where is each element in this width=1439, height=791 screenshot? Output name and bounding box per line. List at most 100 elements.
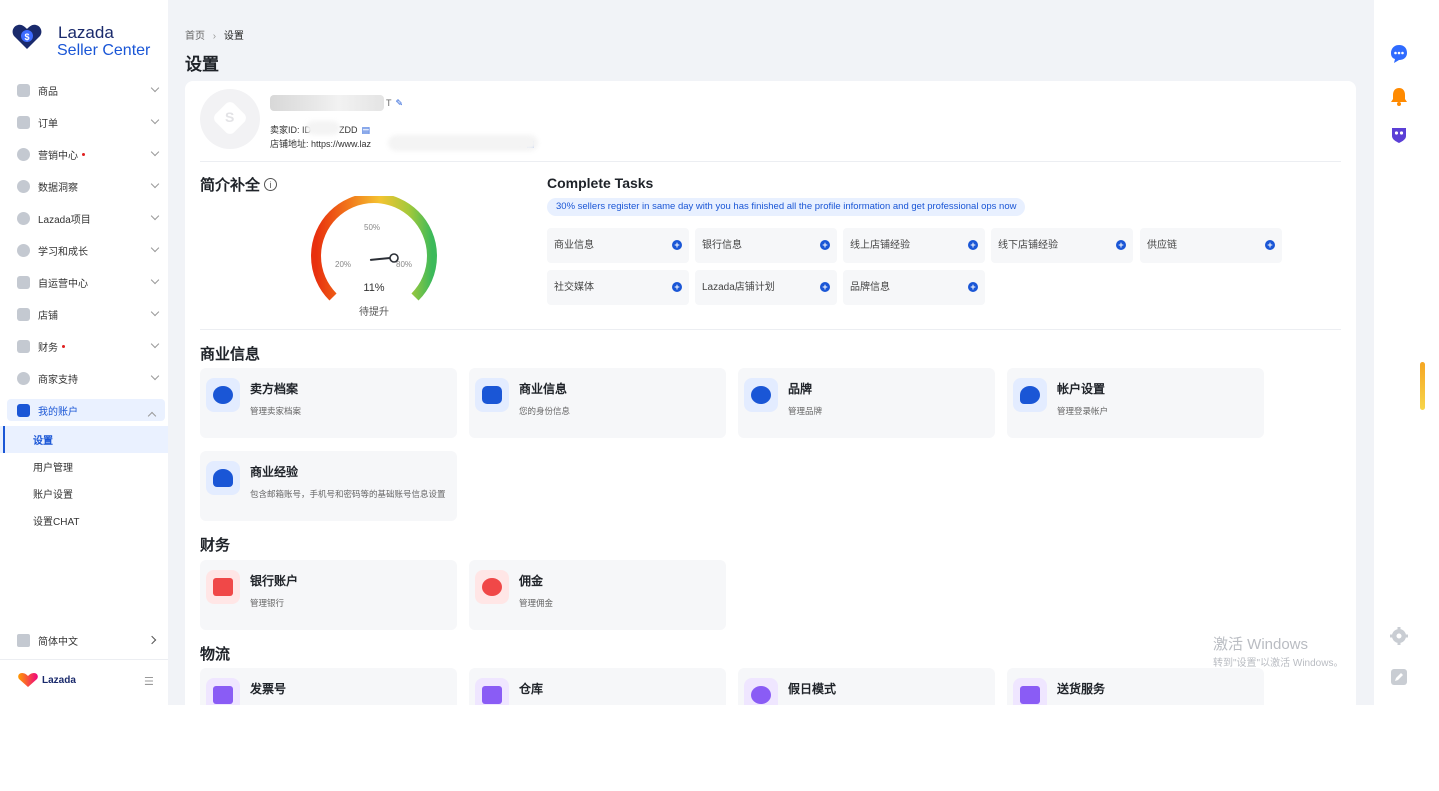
sidebar-item-support[interactable]: 商家支持 xyxy=(0,362,168,394)
tile-commission[interactable]: 佣金 管理佣金 xyxy=(469,560,726,630)
right-rail xyxy=(1374,0,1439,705)
svg-text:$: $ xyxy=(24,32,29,42)
sidebar-item-my-account[interactable]: 我的账户 xyxy=(7,399,165,421)
plus-icon: + xyxy=(968,240,978,250)
plus-icon: + xyxy=(1116,240,1126,250)
plus-icon: + xyxy=(672,282,682,292)
settings-icon[interactable] xyxy=(1389,626,1409,646)
tile-business-experience[interactable]: 商业经验 包含邮箱账号，手机号和密码等的基础账号信息设置 xyxy=(200,451,457,521)
delivery-service-icon xyxy=(1013,678,1047,705)
sidebar-item-orders[interactable]: 订单 xyxy=(0,106,168,138)
tile-delivery-service[interactable]: 送货服务 xyxy=(1007,668,1264,705)
sidebar-item-self-operated[interactable]: 自运营中心 xyxy=(0,266,168,298)
task-label: 品牌信息 xyxy=(850,282,890,293)
holiday-mode-icon xyxy=(744,678,778,705)
warehouse-icon xyxy=(475,678,509,705)
sidebar-item-label: 商家支持 xyxy=(38,374,78,386)
settings-card: S T✎ 卖家ID: IDZDD▤ 店铺地址: https://www.lazr… xyxy=(185,81,1356,705)
chevron-down-icon xyxy=(150,243,160,253)
plus-icon: + xyxy=(820,282,830,292)
vertical-scrollbar-thumb[interactable] xyxy=(1420,362,1425,410)
edit-icon[interactable] xyxy=(1389,667,1409,687)
profile-completion-label: 简介补全 xyxy=(200,177,261,194)
account-settings-icon xyxy=(1013,378,1047,412)
task-brand-info[interactable]: 品牌信息 + xyxy=(843,270,985,305)
sidebar-item-data[interactable]: 数据洞察 xyxy=(0,170,168,202)
copy-icon[interactable]: ▤ xyxy=(362,125,371,135)
task-online-store[interactable]: 线上店铺经验 + xyxy=(843,228,985,263)
tile-warehouse[interactable]: 仓库 xyxy=(469,668,726,705)
chevron-down-icon xyxy=(150,307,160,317)
business-experience-icon xyxy=(206,461,240,495)
tile-seller-profile[interactable]: 卖方档案 管理卖家档案 xyxy=(200,368,457,438)
section-title-finance: 财务 xyxy=(200,537,231,554)
tile-invoice-number[interactable]: 发票号 xyxy=(200,668,457,705)
task-social-media[interactable]: 社交媒体 + xyxy=(547,270,689,305)
tile-brand[interactable]: 品牌 管理品牌 xyxy=(738,368,995,438)
tile-holiday-mode[interactable]: 假日模式 xyxy=(738,668,995,705)
order-icon xyxy=(17,115,30,129)
task-offline-store[interactable]: 线下店铺经验 + xyxy=(991,228,1133,263)
tile-title: 品牌 xyxy=(788,382,813,396)
sidebar-subitem-chat-settings[interactable]: 设置CHAT xyxy=(0,507,168,534)
brand-logo[interactable]: $ Lazada Seller Center xyxy=(12,24,150,60)
chevron-down-icon xyxy=(150,115,160,125)
brand-line1: Lazada xyxy=(58,23,114,42)
sidebar-item-label: 店铺 xyxy=(38,310,58,322)
sidebar-subitem-settings[interactable]: 设置 xyxy=(0,426,168,453)
bell-icon[interactable] xyxy=(1389,86,1409,106)
tile-desc: 管理卖家档案 xyxy=(250,406,302,416)
store-url-label: 店铺地址: https://www.laz xyxy=(270,139,372,149)
edit-icon[interactable]: ✎ xyxy=(396,98,404,108)
avatar[interactable]: S xyxy=(200,89,260,149)
gauge-tick-label: 50% xyxy=(364,223,380,232)
section-title-logistics: 物流 xyxy=(200,646,231,663)
invoice-icon xyxy=(206,678,240,705)
marketing-icon xyxy=(17,147,30,161)
chevron-down-icon xyxy=(150,179,160,189)
chat-icon[interactable] xyxy=(1389,44,1409,64)
task-label: 社交媒体 xyxy=(554,282,594,293)
tile-account-settings[interactable]: 帐户设置 管理登录帐户 xyxy=(1007,368,1264,438)
brand-icon xyxy=(744,378,778,412)
sidebar-subitem-user-management[interactable]: 用户管理 xyxy=(0,453,168,480)
seller-profile-icon xyxy=(206,378,240,412)
task-bank-info[interactable]: 银行信息 + xyxy=(695,228,837,263)
chevron-down-icon xyxy=(150,371,160,381)
account-icon xyxy=(17,403,30,417)
sidebar-item-finance[interactable]: 财务 xyxy=(0,330,168,362)
language-switcher[interactable]: 简体中文 xyxy=(17,633,167,648)
sidebar-item-products[interactable]: 商品 xyxy=(0,74,168,106)
sidebar-item-projects[interactable]: Lazada项目 xyxy=(0,202,168,234)
windows-activation-watermark: 激活 Windows xyxy=(1213,636,1309,653)
lazada-heart-icon: $ xyxy=(12,24,44,50)
project-icon xyxy=(17,211,30,225)
tile-bank-account[interactable]: 银行账户 管理银行 xyxy=(200,560,457,630)
profile-completion-title: 简介补全 i xyxy=(200,174,278,195)
assistant-icon[interactable] xyxy=(1389,125,1409,145)
plus-icon: + xyxy=(672,240,682,250)
sidebar-item-store[interactable]: 店铺 xyxy=(0,298,168,330)
info-icon[interactable]: i xyxy=(264,178,278,191)
task-store-plan[interactable]: Lazada店铺计划 + xyxy=(695,270,837,305)
complete-tasks-title: Complete Tasks xyxy=(547,175,654,191)
task-business-info[interactable]: 商业信息 + xyxy=(547,228,689,263)
notification-dot xyxy=(82,152,85,156)
tile-desc: 管理品牌 xyxy=(788,406,823,416)
gauge-hub xyxy=(389,253,399,263)
sidebar-item-learning[interactable]: 学习和成长 xyxy=(0,234,168,266)
shop-name-suffix: T xyxy=(386,98,392,108)
sidebar-item-label: 订单 xyxy=(38,118,58,130)
sidebar-subitem-account-settings[interactable]: 账户设置 xyxy=(0,480,168,507)
task-label: 线上店铺经验 xyxy=(850,240,910,251)
chevron-down-icon xyxy=(150,339,160,349)
breadcrumb-home[interactable]: 首页 xyxy=(185,31,205,42)
task-supply-chain[interactable]: 供应链 + xyxy=(1140,228,1282,263)
sidebar-item-marketing[interactable]: 营销中心 xyxy=(0,138,168,170)
tile-title: 发票号 xyxy=(250,682,287,696)
tile-business-info[interactable]: 商业信息 您的身份信息 xyxy=(469,368,726,438)
sidebar: $ Lazada Seller Center 商品 订单 营销中心 数据洞察 L… xyxy=(0,0,168,705)
collapse-sidebar-icon[interactable]: ☰ xyxy=(144,675,154,688)
section-divider xyxy=(200,329,1341,330)
sidebar-item-label: 商品 xyxy=(38,86,58,98)
